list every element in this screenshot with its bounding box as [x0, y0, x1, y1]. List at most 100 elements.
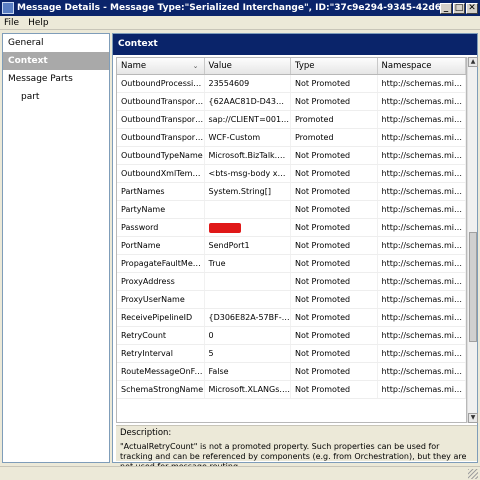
- table-row[interactable]: PropagateFaultMessageTrueNot Promotedhtt…: [117, 255, 466, 273]
- property-type-cell: Not Promoted: [291, 363, 378, 380]
- property-value-cell: False: [205, 363, 291, 380]
- property-type-cell: Not Promoted: [291, 309, 378, 326]
- column-header-value[interactable]: Value: [205, 58, 291, 74]
- property-name-cell: OutboundTransportType: [117, 129, 205, 146]
- property-type-cell: Not Promoted: [291, 291, 378, 308]
- table-row[interactable]: ReceivePipelineID{D306E82A-57BF-4E0B-A..…: [117, 309, 466, 327]
- table-row[interactable]: OutboundTransportCLSID{62AAC81D-D43D-405…: [117, 93, 466, 111]
- property-name-cell: OutboundTypeName: [117, 147, 205, 164]
- description-panel: Description: "ActualRetryCount" is not a…: [116, 425, 477, 471]
- window-title: Message Details - Message Type:"Serializ…: [17, 3, 440, 13]
- property-type-cell: Not Promoted: [291, 381, 378, 398]
- property-value-cell: Microsoft.BizTalk.Adapter....: [205, 147, 291, 164]
- table-row[interactable]: PortName SendPort1 Not Promoted http://sche…: [117, 237, 466, 255]
- property-value-cell: 23554609: [205, 75, 291, 92]
- table-row[interactable]: Password Not Promoted http://schemas.micro…: [117, 219, 466, 237]
- table-row[interactable]: OutboundProcessingStart...23554609Not Pr…: [117, 75, 466, 93]
- property-name-cell: OutboundProcessingStart...: [117, 75, 205, 92]
- property-type-cell: Not Promoted: [291, 165, 378, 182]
- property-type-cell: Not Promoted: [291, 201, 378, 218]
- table-row[interactable]: OutboundTransportLocationsap://CLIENT=00…: [117, 111, 466, 129]
- table-row[interactable]: PartyName Not Promoted http://schemas.micr…: [117, 201, 466, 219]
- status-bar: [0, 466, 480, 480]
- property-name-cell: SchemaStrongName: [117, 381, 205, 398]
- context-property-grid: Name ⌄ Value Type Namespace OutboundProce…: [116, 57, 467, 423]
- resize-grip-icon[interactable]: [468, 469, 478, 479]
- property-namespace-cell: http://schemas.microsoft.c...: [378, 237, 466, 254]
- property-value-cell: 5: [205, 345, 291, 362]
- property-namespace-cell: http://schemas.microsoft.c...: [378, 93, 466, 110]
- table-row[interactable]: ProxyAddress Not Promoted http://schemas.m…: [117, 273, 466, 291]
- property-namespace-cell: http://schemas.microsoft.c...: [378, 345, 466, 362]
- property-value-cell: <bts-msg-body xmlns="http...: [205, 165, 291, 182]
- property-name-cell: PropagateFaultMessage: [117, 255, 205, 272]
- property-name-cell: OutboundXmlTemplate: [117, 165, 205, 182]
- minimize-button[interactable]: _: [440, 2, 452, 14]
- property-value-cell: WCF-Custom: [205, 129, 291, 146]
- property-name-cell: PartNames: [117, 183, 205, 200]
- table-row[interactable]: RetryCount 0 Not Promoted http://schemas.mi…: [117, 327, 466, 345]
- close-button[interactable]: ✕: [466, 2, 478, 14]
- property-name-cell: PortName: [117, 237, 205, 254]
- column-header-name[interactable]: Name ⌄: [117, 58, 205, 74]
- context-header: Context: [113, 34, 477, 55]
- property-value-cell: {62AAC81D-D43D-4051-8...: [205, 93, 291, 110]
- column-header-type[interactable]: Type: [291, 58, 378, 74]
- property-value-cell: 0: [205, 327, 291, 344]
- table-row[interactable]: ProxyUserName Not Promoted http://schemas.…: [117, 291, 466, 309]
- property-type-cell: Not Promoted: [291, 147, 378, 164]
- property-value-cell: Microsoft.XLANGs.BaseTy...: [205, 381, 291, 398]
- property-namespace-cell: http://schemas.microsoft.c...: [378, 183, 466, 200]
- property-type-cell: Not Promoted: [291, 327, 378, 344]
- table-row[interactable]: OutboundTransportTypeWCF-CustomPromotedh…: [117, 129, 466, 147]
- table-row[interactable]: SchemaStrongNameMicrosoft.XLANGs.BaseTy.…: [117, 381, 466, 399]
- property-namespace-cell: http://schemas.microsoft.c...: [378, 75, 466, 92]
- nav-item-general[interactable]: General: [3, 34, 109, 52]
- property-namespace-cell: http://schemas.microsoft.c...: [378, 273, 466, 290]
- title-bar: Message Details - Message Type:"Serializ…: [0, 0, 480, 16]
- grid-header: Name ⌄ Value Type Namespace: [117, 58, 466, 75]
- menu-file[interactable]: File: [0, 18, 24, 28]
- menu-help[interactable]: Help: [24, 18, 54, 28]
- property-type-cell: Promoted: [291, 111, 378, 128]
- property-type-cell: Not Promoted: [291, 273, 378, 290]
- property-name-cell: RetryInterval: [117, 345, 205, 362]
- property-type-cell: Not Promoted: [291, 183, 378, 200]
- property-name-cell: OutboundTransportLocation: [117, 111, 205, 128]
- property-name-cell: ReceivePipelineID: [117, 309, 205, 326]
- property-name-cell: RouteMessageOnFailure: [117, 363, 205, 380]
- scroll-down-icon[interactable]: ▼: [468, 413, 478, 423]
- scroll-up-icon[interactable]: ▲: [468, 57, 478, 67]
- property-type-cell: Promoted: [291, 129, 378, 146]
- description-label: Description:: [120, 428, 172, 438]
- content-panel: Context Name ⌄ Value Type Namespace Outbo…: [112, 33, 478, 471]
- property-type-cell: Not Promoted: [291, 75, 378, 92]
- vertical-scrollbar[interactable]: ▲ ▼: [467, 57, 478, 423]
- scroll-thumb[interactable]: [469, 232, 477, 342]
- table-row[interactable]: RetryInterval 5 Not Promoted http://schemas…: [117, 345, 466, 363]
- table-row[interactable]: RouteMessageOnFailureFalseNot Promotedht…: [117, 363, 466, 381]
- property-namespace-cell: http://schemas.microsoft.c...: [378, 363, 466, 380]
- property-value-cell: True: [205, 255, 291, 272]
- nav-item-context[interactable]: Context: [3, 52, 109, 70]
- property-namespace-cell: http://schemas.microsoft.c...: [378, 201, 466, 218]
- table-row[interactable]: OutboundXmlTemplate<bts-msg-body xmlns="…: [117, 165, 466, 183]
- property-name-cell: ProxyUserName: [117, 291, 205, 308]
- property-type-cell: Not Promoted: [291, 219, 378, 236]
- menu-bar: File Help: [0, 16, 480, 30]
- column-header-namespace[interactable]: Namespace: [378, 58, 466, 74]
- app-icon: [2, 2, 14, 14]
- property-name-cell: RetryCount: [117, 327, 205, 344]
- nav-item-part[interactable]: part: [3, 88, 109, 106]
- property-value-cell: System.String[]: [205, 183, 291, 200]
- table-row[interactable]: OutboundTypeNameMicrosoft.BizTalk.Adapte…: [117, 147, 466, 165]
- property-value-cell: {D306E82A-57BF-4E0B-A...: [205, 309, 291, 326]
- property-type-cell: Not Promoted: [291, 237, 378, 254]
- nav-item-message-parts[interactable]: Message Parts: [3, 70, 109, 88]
- property-namespace-cell: http://schemas.microsoft.c...: [378, 291, 466, 308]
- table-row[interactable]: PartNames System.String[] Not Promoted http…: [117, 183, 466, 201]
- property-value-cell: [205, 219, 291, 236]
- maximize-button[interactable]: □: [453, 2, 465, 14]
- sort-arrow-icon: ⌄: [192, 62, 199, 70]
- property-name-cell: OutboundTransportCLSID: [117, 93, 205, 110]
